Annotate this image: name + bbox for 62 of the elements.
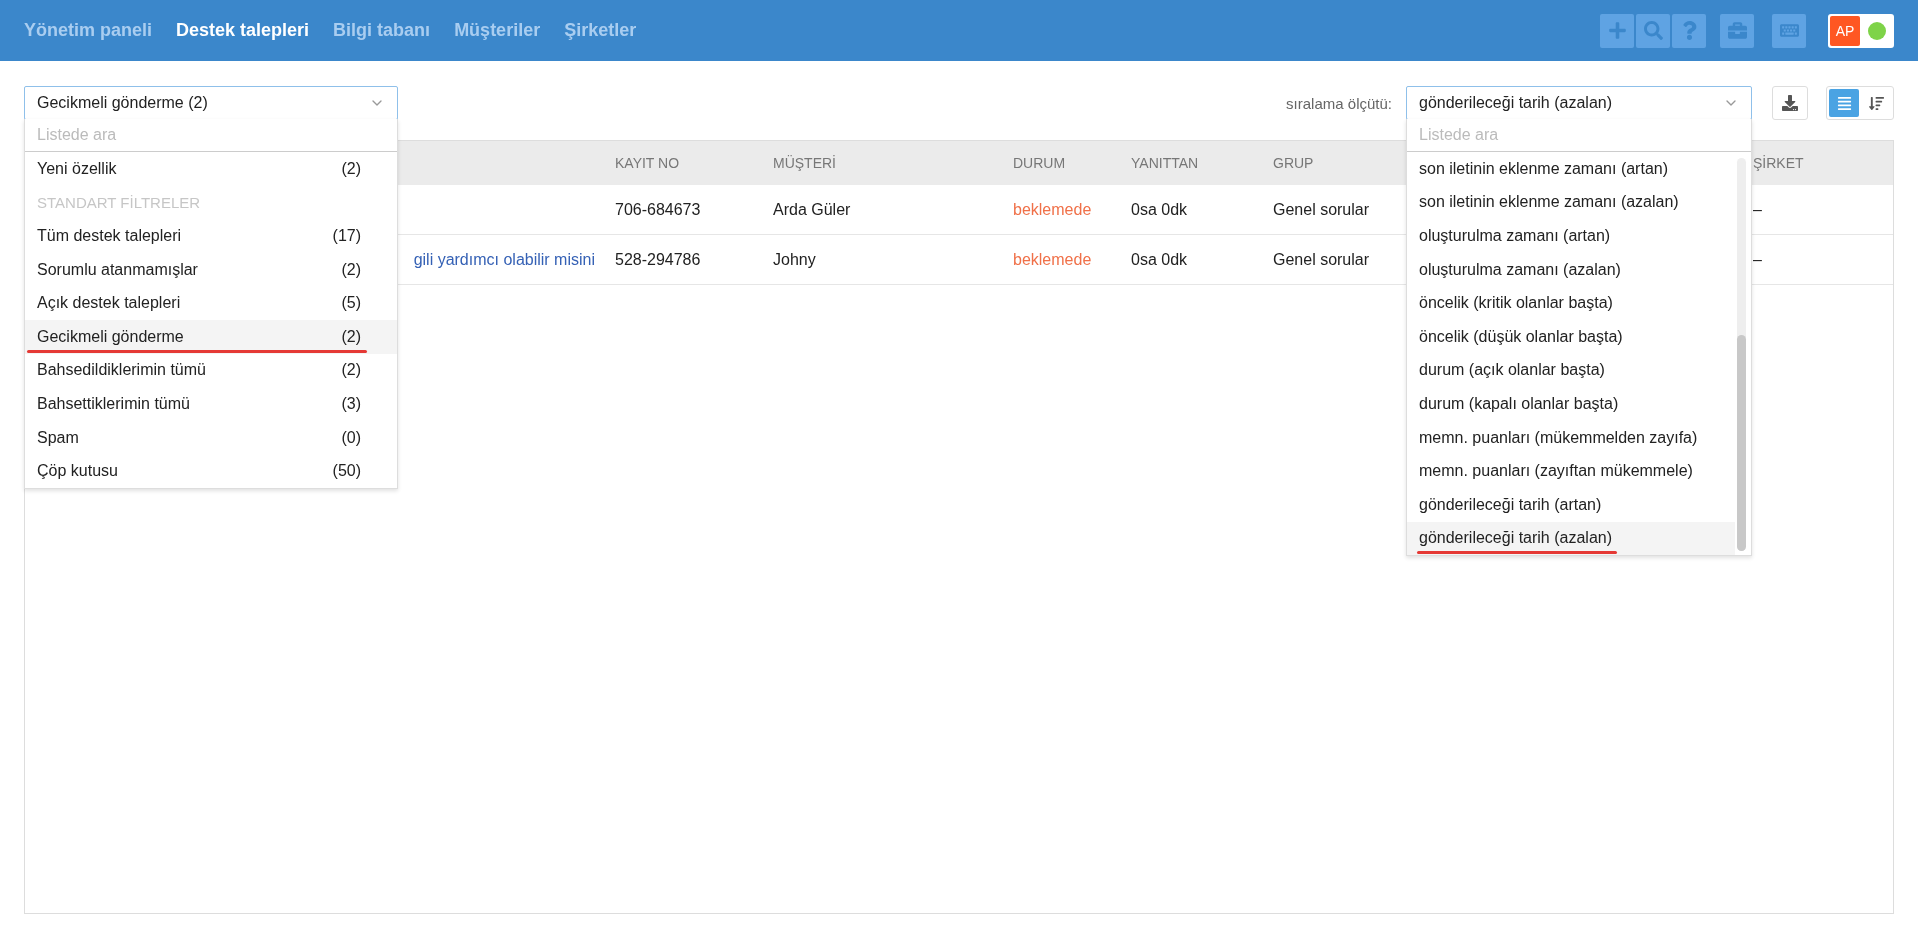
table-cell: – (1753, 200, 1762, 219)
help-button[interactable] (1672, 13, 1706, 48)
scrollbar-thumb[interactable] (1737, 334, 1746, 552)
table-cell: 0sa 0dk (1131, 250, 1188, 269)
table-cell: Genel sorular (1273, 200, 1370, 219)
sort-option[interactable]: gönderileceği tarih (azalan) (1407, 521, 1735, 556)
filter-option[interactable]: Yeni özellik (2) (25, 152, 397, 186)
list-icon (1836, 95, 1852, 111)
briefcase-button[interactable] (1720, 13, 1754, 48)
nav-tab[interactable]: Destek talepleri (176, 20, 310, 41)
sort-option[interactable]: gönderileceği tarih (artan) (1407, 487, 1735, 522)
column-header: DURUM (1013, 154, 1066, 171)
table-cell: 0sa 0dk (1131, 200, 1188, 219)
filter-option[interactable]: Spam (0) (25, 420, 397, 455)
filter-option[interactable]: Bahsettiklerimin tümü (3) (25, 387, 397, 421)
keyboard-icon (1779, 21, 1799, 40)
filter-option[interactable]: Gecikmeli gönderme (2) (25, 319, 397, 354)
table-cell: 706-684673 (615, 200, 701, 219)
filter-dropdown[interactable]: Gecikmeli gönderme (2) (24, 86, 398, 120)
column-header: MÜŞTERİ (773, 154, 836, 171)
column-header: YANITTAN (1131, 154, 1199, 171)
sort-option[interactable]: memn. puanları (zayıftan mükemmele) (1407, 454, 1735, 488)
sort-option[interactable]: son iletinin eklenme zamanı (azalan) (1407, 185, 1735, 220)
filter-option[interactable]: Açık destek talepleri (5) (25, 286, 397, 320)
sort-list-icon (1868, 95, 1884, 111)
plus-icon (1607, 21, 1627, 40)
search-field[interactable]: Listede ara (25, 119, 397, 152)
section-heading: STANDART FİLTRELER (36, 192, 202, 213)
table-cell: Genel sorular (1273, 250, 1370, 269)
keyboard-button[interactable] (1772, 13, 1806, 48)
column-header: GRUP (1273, 154, 1314, 171)
ticket-title-link[interactable]: gili yardımcı olabilir misini (413, 250, 615, 269)
plus-button[interactable] (1600, 13, 1634, 48)
sort-option[interactable]: oluşturulma zamanı (artan) (1407, 219, 1735, 253)
sort-option[interactable]: öncelik (düşük olanlar başta) (1407, 319, 1735, 354)
user-avatar: AP (1830, 15, 1860, 46)
sort-option[interactable]: son iletinin eklenme zamanı (artan) (1407, 152, 1735, 186)
download-button[interactable] (1772, 86, 1808, 120)
sort-option[interactable]: durum (kapalı olanlar başta) (1407, 387, 1735, 421)
filter-option[interactable]: Bahsedildiklerimin tümü (2) (25, 353, 397, 388)
search-field[interactable]: Listede ara (1407, 119, 1751, 152)
status-text: beklemede (1013, 200, 1092, 219)
sort-option[interactable]: oluşturulma zamanı (azalan) (1407, 252, 1735, 287)
filter-option[interactable]: Sorumlu atanmamışlar (2) (25, 252, 397, 287)
filter-option[interactable]: Tüm destek talepleri (17) (25, 219, 397, 253)
search-icon (1643, 21, 1663, 40)
sort-dropdown[interactable]: gönderileceği tarih (azalan) (1406, 86, 1752, 120)
table-cell: 528-294786 (615, 250, 701, 269)
download-icon (1782, 95, 1798, 111)
search-button[interactable] (1636, 13, 1670, 48)
filter-option[interactable]: Çöp kutusu (50) (25, 454, 397, 488)
sort-option[interactable]: memn. puanları (mükemmelden zayıfa) (1407, 420, 1735, 455)
table-cell: Johny (773, 250, 816, 269)
sort-option[interactable]: öncelik (kritik olanlar başta) (1407, 286, 1735, 320)
briefcase-icon (1727, 21, 1747, 40)
table-cell: Arda Güler (773, 200, 851, 219)
table-cell: – (1753, 250, 1762, 269)
status-text: beklemede (1013, 250, 1092, 269)
sort-label: sıralama ölçütü: (1286, 94, 1392, 112)
sort-option[interactable]: durum (açık olanlar başta) (1407, 353, 1735, 388)
column-header: KAYIT NO (615, 154, 680, 171)
column-header: ŞİRKET (1753, 154, 1804, 171)
